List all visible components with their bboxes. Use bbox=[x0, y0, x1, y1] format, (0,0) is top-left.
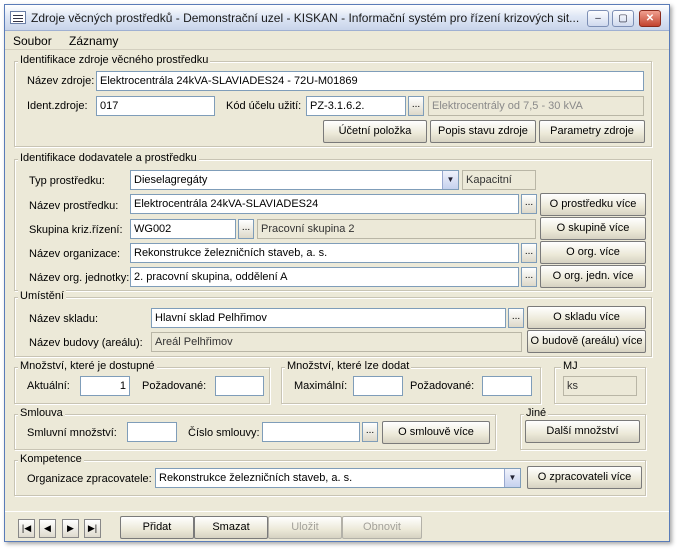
means-type-select[interactable]: Dieselagregáty ▼ bbox=[130, 170, 459, 190]
unit-field: ks bbox=[563, 376, 637, 396]
max-qty-label: Maximální: bbox=[294, 380, 348, 392]
contract-number-label: Číslo smlouvy: bbox=[188, 427, 260, 439]
purpose-code-field[interactable]: PZ-3.1.6.2. bbox=[306, 96, 406, 116]
minimize-button[interactable]: ‒ bbox=[587, 10, 609, 27]
add-button[interactable]: Přidat bbox=[120, 516, 194, 539]
available-required-label: Požadované: bbox=[142, 380, 207, 392]
contract-lookup-button[interactable]: ... bbox=[362, 422, 378, 442]
record-navigator: |◀ ◀ ▶ ▶| Přidat Smazat Uložit Obnovit bbox=[5, 511, 669, 541]
close-button[interactable]: ✕ bbox=[639, 10, 661, 27]
location-legend: Umístění bbox=[18, 290, 67, 302]
crisis-group-code-field[interactable]: WG002 bbox=[130, 219, 236, 239]
purpose-code-lookup-button[interactable]: ... bbox=[408, 96, 424, 116]
warehouse-lookup-button[interactable]: ... bbox=[508, 308, 524, 328]
processor-org-value: Rekonstrukce železničních staveb, a. s. bbox=[159, 472, 353, 484]
org-unit-field[interactable]: 2. pracovní skupina, oddělení A bbox=[130, 267, 519, 287]
crisis-group-name-field: Pracovní skupina 2 bbox=[257, 219, 536, 239]
accounting-item-button[interactable]: Účetní položka bbox=[323, 120, 427, 143]
warehouse-more-button[interactable]: O skladu více bbox=[527, 306, 646, 329]
resource-state-button[interactable]: Popis stavu zdroje bbox=[430, 120, 536, 143]
processor-org-dropdown-icon[interactable]: ▼ bbox=[504, 469, 520, 487]
menu-zaznamy[interactable]: Záznamy bbox=[69, 34, 118, 48]
contract-qty-label: Smluvní množství: bbox=[27, 427, 117, 439]
means-name-lookup-button[interactable]: ... bbox=[521, 194, 537, 214]
resource-name-label: Název zdroje: bbox=[27, 75, 95, 87]
contract-legend: Smlouva bbox=[18, 407, 65, 419]
contract-number-field[interactable] bbox=[262, 422, 360, 442]
ident-field[interactable]: 017 bbox=[96, 96, 215, 116]
deliverable-required-label: Požadované: bbox=[410, 380, 475, 392]
processor-more-button[interactable]: O zpracovateli více bbox=[527, 466, 642, 489]
resource-id-legend: Identifikace zdroje věcného prostředku bbox=[18, 54, 211, 66]
means-type-label: Typ prostředku: bbox=[29, 175, 105, 187]
available-required-field[interactable] bbox=[215, 376, 264, 396]
current-qty-field[interactable]: 1 bbox=[80, 376, 130, 396]
group-more-button[interactable]: O skupině více bbox=[540, 217, 646, 240]
unit-legend: MJ bbox=[561, 360, 580, 372]
main-window: Zdroje věcných prostředků - Demonstrační… bbox=[4, 4, 670, 542]
menu-bar: Soubor Záznamy bbox=[5, 31, 669, 50]
organization-lookup-button[interactable]: ... bbox=[521, 243, 537, 263]
delete-button[interactable]: Smazat bbox=[194, 516, 268, 539]
organization-label: Název organizace: bbox=[29, 248, 121, 260]
warehouse-label: Název skladu: bbox=[29, 313, 99, 325]
org-unit-label: Název org. jednotky: bbox=[29, 272, 130, 284]
other-legend: Jiné bbox=[524, 407, 549, 419]
next-record-button[interactable]: ▶ bbox=[62, 519, 79, 538]
max-qty-field[interactable] bbox=[353, 376, 403, 396]
means-type-value: Dieselagregáty bbox=[134, 174, 208, 186]
means-name-label: Název prostředku: bbox=[29, 200, 119, 212]
ident-label: Ident.zdroje: bbox=[27, 100, 88, 112]
supplier-legend: Identifikace dodavatele a prostředku bbox=[18, 152, 199, 164]
organization-field[interactable]: Rekonstrukce železničních staveb, a. s. bbox=[130, 243, 519, 263]
refresh-button[interactable]: Obnovit bbox=[342, 516, 422, 539]
competence-legend: Kompetence bbox=[18, 453, 84, 465]
deliverable-required-field[interactable] bbox=[482, 376, 532, 396]
current-qty-label: Aktuální: bbox=[27, 380, 70, 392]
resource-name-field[interactable]: Elektrocentrála 24kVA-SLAVIADES24 - 72U-… bbox=[96, 71, 644, 91]
building-field: Areál Pelhřimov bbox=[151, 332, 522, 352]
deliverable-qty-legend: Množství, které lze dodat bbox=[285, 360, 412, 372]
more-quantity-button[interactable]: Další množství bbox=[525, 420, 640, 443]
first-record-button[interactable]: |◀ bbox=[18, 519, 35, 538]
means-name-field[interactable]: Elektrocentrála 24kVA-SLAVIADES24 bbox=[130, 194, 519, 214]
menu-soubor[interactable]: Soubor bbox=[13, 34, 52, 48]
warehouse-field[interactable]: Hlavní sklad Pelhřimov bbox=[151, 308, 506, 328]
contract-more-button[interactable]: O smlouvě více bbox=[382, 421, 490, 444]
available-qty-legend: Množství, které je dostupné bbox=[18, 360, 157, 372]
crisis-group-label: Skupina kriz.řízení: bbox=[29, 224, 123, 236]
last-record-button[interactable]: ▶| bbox=[84, 519, 101, 538]
capacity-field: Kapacitní bbox=[462, 170, 536, 190]
purpose-description-field: Elektrocentrály od 7,5 - 30 kVA bbox=[428, 96, 644, 116]
app-icon bbox=[10, 11, 26, 24]
org-unit-more-button[interactable]: O org. jedn. více bbox=[540, 265, 646, 288]
window-title: Zdroje věcných prostředků - Demonstrační… bbox=[31, 11, 579, 25]
purpose-code-label: Kód účelu užití: bbox=[226, 100, 302, 112]
crisis-group-lookup-button[interactable]: ... bbox=[238, 219, 254, 239]
previous-record-button[interactable]: ◀ bbox=[39, 519, 56, 538]
means-more-button[interactable]: O prostředku více bbox=[540, 193, 646, 216]
building-more-button[interactable]: O budově (areálu) více bbox=[527, 330, 646, 353]
organization-more-button[interactable]: O org. více bbox=[540, 241, 646, 264]
save-button[interactable]: Uložit bbox=[268, 516, 342, 539]
resource-params-button[interactable]: Parametry zdroje bbox=[539, 120, 645, 143]
processor-org-label: Organizace zpracovatele: bbox=[27, 473, 152, 485]
title-bar: Zdroje věcných prostředků - Demonstrační… bbox=[5, 5, 669, 31]
means-type-dropdown-icon[interactable]: ▼ bbox=[442, 171, 458, 189]
org-unit-lookup-button[interactable]: ... bbox=[521, 267, 537, 287]
maximize-button[interactable]: ▢ bbox=[612, 10, 634, 27]
contract-qty-field[interactable] bbox=[127, 422, 177, 442]
processor-org-select[interactable]: Rekonstrukce železničních staveb, a. s. … bbox=[155, 468, 521, 488]
building-label: Název budovy (areálu): bbox=[29, 337, 143, 349]
